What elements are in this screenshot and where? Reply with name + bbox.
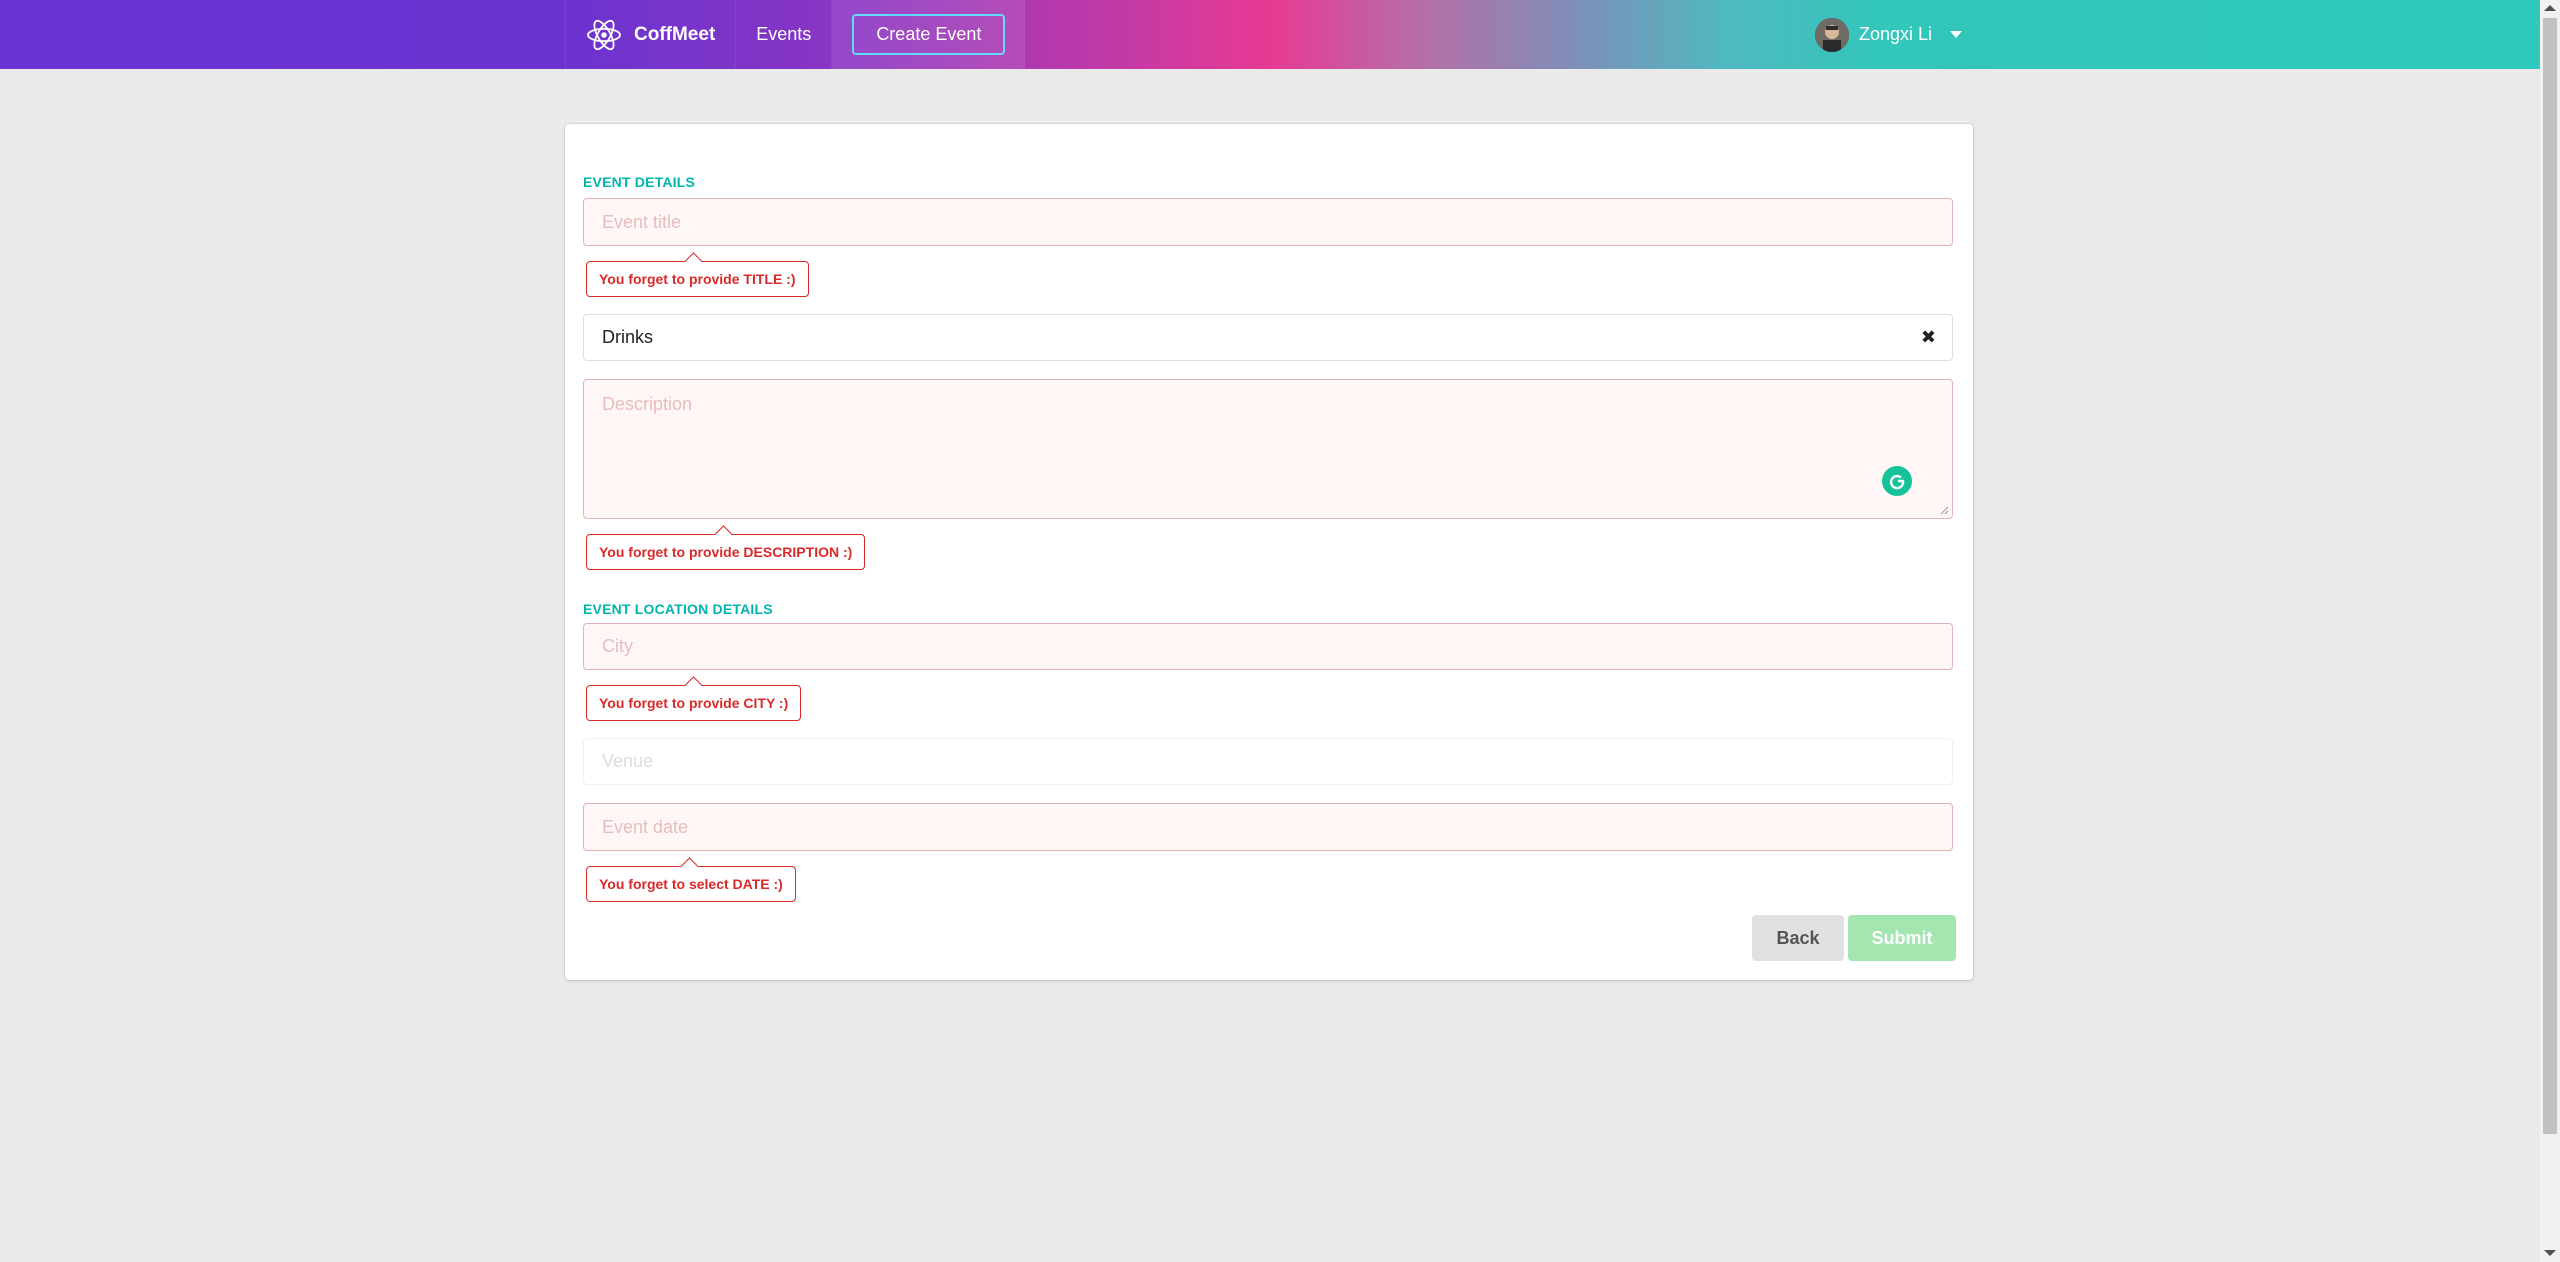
event-details-header: EVENT DETAILS <box>583 174 696 190</box>
description-textarea[interactable]: Description <box>583 379 1953 519</box>
city-placeholder: City <box>602 636 633 656</box>
title-error-label: You forget to provide TITLE :) <box>586 261 809 297</box>
event-title-placeholder: Event title <box>602 211 682 232</box>
scroll-down-arrow-icon[interactable] <box>2544 1250 2556 1256</box>
venue-input[interactable]: Venue <box>583 738 1953 785</box>
city-error-label: You forget to provide CITY :) <box>586 685 802 721</box>
category-value: Drinks <box>602 327 654 347</box>
nav-menu: CoffMeet Events Create Event <box>565 0 1026 69</box>
event-title-input[interactable]: Event title <box>583 198 1953 246</box>
location-details-header: EVENT LOCATION DETAILS <box>583 601 773 617</box>
description-placeholder: Description <box>602 394 693 414</box>
back-button[interactable]: Back <box>1752 915 1844 961</box>
create-event-button[interactable]: Create Event <box>852 14 1006 55</box>
submit-button[interactable]: Submit <box>1848 915 1956 961</box>
scroll-up-arrow-icon[interactable] <box>2544 5 2556 11</box>
nav-events[interactable]: Events <box>736 0 833 69</box>
description-error-label: You forget to provide DESCRIPTION :) <box>586 534 866 570</box>
user-name: Zongxi Li <box>1859 24 1933 44</box>
resize-handle-icon[interactable] <box>1939 505 1949 515</box>
avatar <box>1815 17 1849 52</box>
nav-create-container: Create Event <box>832 0 1026 69</box>
category-select[interactable]: Drinks ✖ <box>583 314 1953 361</box>
brand-link[interactable]: CoffMeet <box>565 0 737 69</box>
react-atom-icon <box>587 19 621 50</box>
brand-name: CoffMeet <box>634 23 716 45</box>
top-navbar: CoffMeet Events Create Event Zongxi Li <box>0 0 2540 69</box>
event-date-placeholder: Event date <box>602 816 689 837</box>
caret-down-icon <box>1950 31 1963 38</box>
close-icon[interactable]: ✖ <box>1921 327 1936 348</box>
city-input[interactable]: City <box>583 623 1953 670</box>
date-error-label: You forget to select DATE :) <box>586 866 796 902</box>
user-menu[interactable]: Zongxi Li <box>1815 0 1963 69</box>
create-event-form: EVENT DETAILS Event title You forget to … <box>565 124 1973 980</box>
venue-placeholder: Venue <box>602 751 654 771</box>
event-date-input[interactable]: Event date <box>583 803 1953 851</box>
scrollbar-thumb[interactable] <box>2543 18 2557 1134</box>
nav-events-label: Events <box>756 24 812 44</box>
page-scrollbar[interactable] <box>2540 0 2560 1262</box>
grammarly-icon[interactable] <box>1882 466 1912 496</box>
